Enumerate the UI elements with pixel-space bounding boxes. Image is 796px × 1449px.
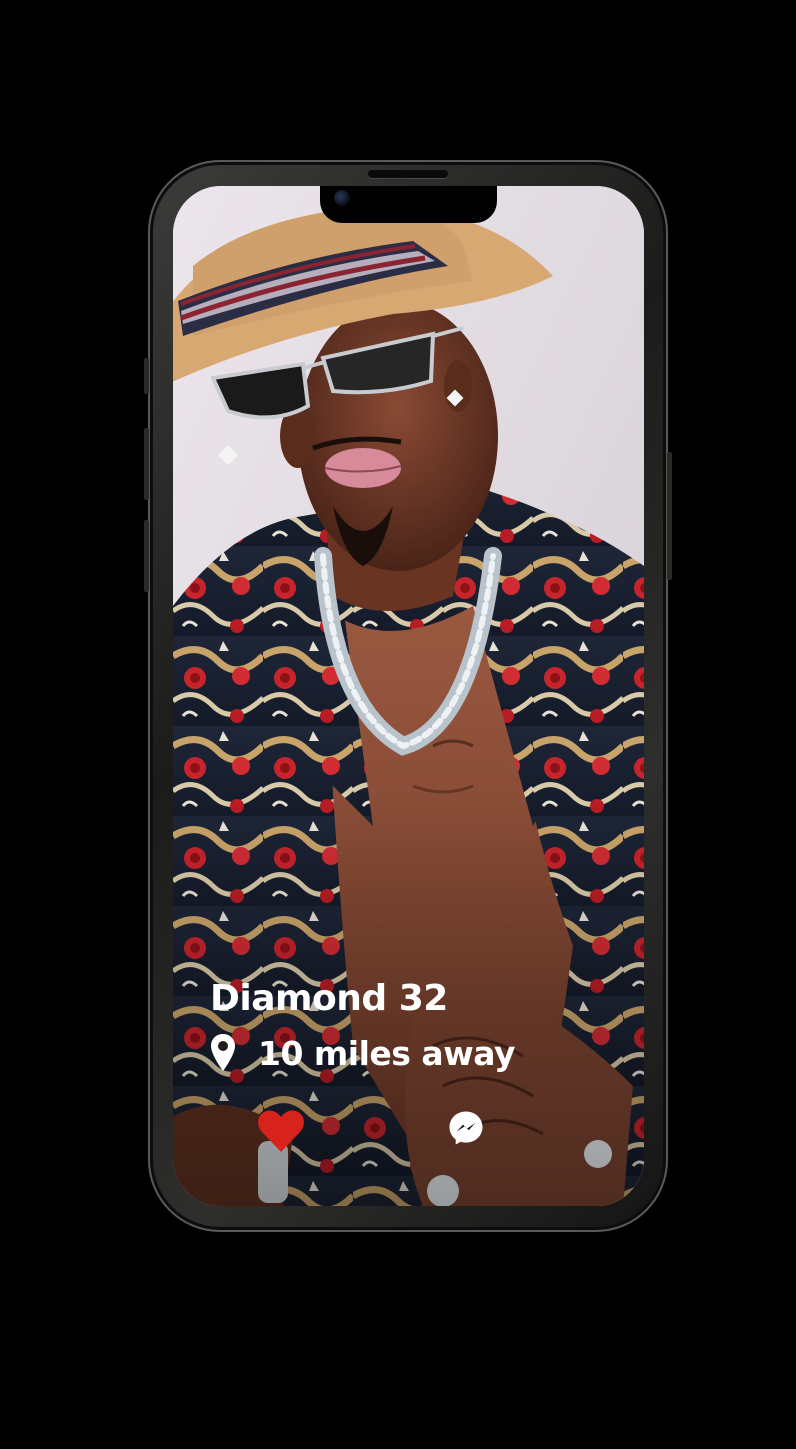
front-camera: [334, 190, 350, 206]
mute-switch: [144, 358, 149, 394]
profile-name-age: Diamond 32: [210, 978, 448, 1019]
like-button[interactable]: [256, 1106, 306, 1156]
volume-up-button: [144, 428, 149, 500]
power-button: [667, 452, 672, 580]
location-row: 10 miles away: [210, 1030, 515, 1076]
volume-down-button: [144, 520, 149, 592]
message-button[interactable]: [448, 1110, 484, 1146]
location-pin-icon: [211, 1034, 235, 1071]
heart-icon: [258, 1110, 304, 1152]
messenger-icon: [449, 1111, 483, 1145]
distance-label: 10 miles away: [258, 1033, 515, 1073]
earpiece-speaker: [368, 170, 448, 178]
